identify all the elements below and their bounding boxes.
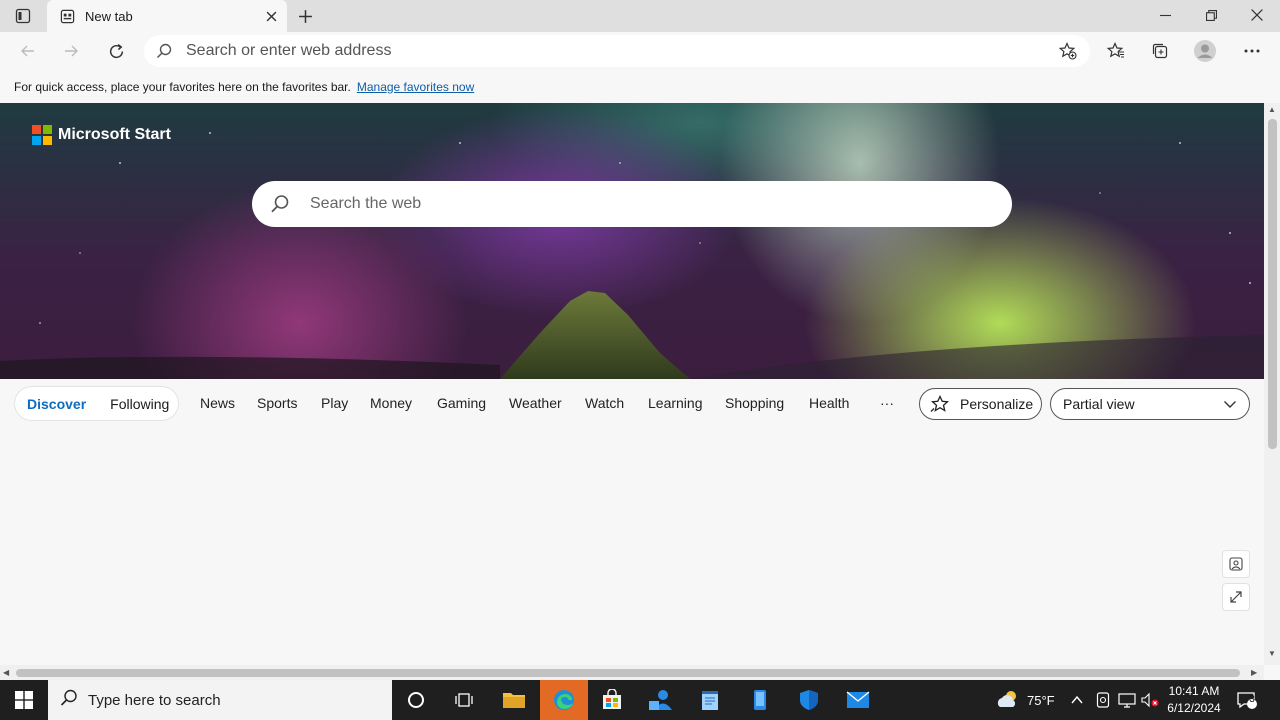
- title-bar: New tab: [0, 0, 1280, 32]
- nav-money[interactable]: Money: [370, 395, 412, 411]
- notification-center-icon[interactable]: 3: [1236, 680, 1258, 720]
- system-clock[interactable]: 10:41 AM 6/12/2024: [1162, 683, 1226, 717]
- brand-name: Microsoft Start: [58, 126, 171, 143]
- microsoft-start-brand[interactable]: Microsoft Start: [32, 125, 171, 145]
- personalize-label: Personalize: [960, 396, 1034, 412]
- taskbar-search-box[interactable]: Type here to search: [48, 680, 392, 720]
- search-icon: [60, 689, 78, 712]
- taskbar: Type here to search 75°F 10:41 AM 6/12/2…: [0, 680, 1280, 720]
- minimize-icon[interactable]: [1142, 0, 1188, 30]
- horizontal-scroll-thumb[interactable]: [16, 669, 1240, 677]
- close-window-icon[interactable]: [1234, 0, 1280, 30]
- people-app-icon[interactable]: [637, 680, 685, 720]
- search-icon: [252, 194, 308, 214]
- web-search-input[interactable]: [308, 194, 988, 214]
- web-search-box[interactable]: [252, 181, 1012, 227]
- tab-title: New tab: [85, 8, 133, 24]
- scroll-right-arrow-icon[interactable]: ▶: [1251, 668, 1257, 677]
- new-tab-icon[interactable]: [292, 4, 318, 28]
- mountain-silhouette: [0, 132, 1264, 379]
- nav-weather[interactable]: Weather: [509, 395, 562, 411]
- discover-following-toggle: Discover Following: [15, 387, 178, 420]
- address-bar[interactable]: [144, 35, 1090, 67]
- close-tab-icon[interactable]: [257, 2, 285, 30]
- partly-cloudy-icon: [995, 689, 1021, 712]
- clock-time: 10:41 AM: [1168, 684, 1220, 698]
- nav-watch[interactable]: Watch: [585, 395, 624, 411]
- nav-news[interactable]: News: [200, 395, 235, 411]
- restore-icon[interactable]: [1188, 0, 1234, 30]
- nav-sports[interactable]: Sports: [257, 395, 297, 411]
- feed-content-area: [0, 429, 1264, 665]
- microsoft-store-icon[interactable]: [588, 680, 636, 720]
- task-view-icon[interactable]: [440, 680, 488, 720]
- nav-more-button[interactable]: ···: [880, 395, 894, 411]
- favorites-bar: For quick access, place your favorites h…: [0, 70, 1280, 103]
- vertical-scrollbar[interactable]: ▲ ▼: [1264, 103, 1280, 665]
- mail-icon[interactable]: [834, 680, 882, 720]
- tab-following[interactable]: Following: [98, 396, 181, 412]
- notepad-icon[interactable]: [686, 680, 734, 720]
- nav-gaming[interactable]: Gaming: [437, 395, 486, 411]
- horizontal-scrollbar[interactable]: ◀ ▶: [0, 665, 1264, 680]
- file-explorer-icon[interactable]: [490, 680, 538, 720]
- browser-toolbar: [0, 32, 1280, 70]
- windows-start-icon[interactable]: [0, 680, 48, 720]
- manage-favorites-link[interactable]: Manage favorites now: [357, 80, 474, 94]
- microsoft-logo-icon: [32, 125, 52, 145]
- add-favorite-icon[interactable]: [1053, 36, 1083, 66]
- refresh-icon[interactable]: [101, 36, 131, 66]
- clock-date: 6/12/2024: [1167, 701, 1221, 715]
- tab-new-tab[interactable]: New tab: [47, 0, 287, 32]
- taskbar-search-placeholder: Type here to search: [88, 691, 221, 709]
- volume-muted-icon[interactable]: [1141, 680, 1159, 720]
- forward-icon[interactable]: [56, 36, 86, 66]
- nav-play[interactable]: Play: [321, 395, 348, 411]
- network-icon[interactable]: [1118, 680, 1136, 720]
- phone-link-icon[interactable]: [736, 680, 784, 720]
- meet-now-icon[interactable]: [1096, 680, 1110, 720]
- hero-background: Microsoft Start: [0, 103, 1264, 379]
- favorites-bar-message: For quick access, place your favorites h…: [14, 79, 351, 94]
- address-input[interactable]: [184, 41, 1044, 61]
- weather-temperature: 75°F: [1027, 692, 1055, 708]
- windows-security-icon[interactable]: [785, 680, 833, 720]
- show-hidden-icons-icon[interactable]: [1070, 680, 1084, 720]
- background-image-icon[interactable]: [1222, 550, 1250, 578]
- chevron-down-icon: [1223, 397, 1237, 414]
- weather-widget[interactable]: 75°F: [995, 680, 1055, 720]
- expand-icon[interactable]: [1222, 583, 1250, 611]
- profile-icon[interactable]: [1190, 36, 1220, 66]
- search-icon: [144, 43, 184, 59]
- nav-shopping[interactable]: Shopping: [725, 395, 784, 411]
- nav-learning[interactable]: Learning: [648, 395, 703, 411]
- edge-browser-icon[interactable]: [540, 680, 588, 720]
- collections-icon[interactable]: [1145, 36, 1175, 66]
- view-select[interactable]: Partial view: [1050, 388, 1250, 420]
- view-select-value: Partial view: [1063, 396, 1135, 412]
- scroll-left-arrow-icon[interactable]: ◀: [3, 668, 9, 677]
- back-icon[interactable]: [13, 36, 43, 66]
- notification-count: 3: [1249, 694, 1255, 705]
- scroll-down-arrow-icon[interactable]: ▼: [1268, 649, 1276, 658]
- favorites-icon[interactable]: [1101, 36, 1131, 66]
- feed-navigation: Discover Following News Sports Play Mone…: [0, 379, 1264, 429]
- scroll-up-arrow-icon[interactable]: ▲: [1268, 105, 1276, 114]
- new-tab-page-icon: [59, 8, 75, 24]
- cortana-icon[interactable]: [392, 680, 440, 720]
- tab-discover[interactable]: Discover: [15, 396, 98, 412]
- vertical-scroll-thumb[interactable]: [1268, 119, 1277, 449]
- nav-health[interactable]: Health: [809, 395, 849, 411]
- tab-actions-icon[interactable]: [12, 7, 34, 25]
- personalize-button[interactable]: Personalize: [919, 388, 1042, 420]
- more-icon[interactable]: [1237, 36, 1267, 66]
- personalize-star-icon: [930, 395, 950, 413]
